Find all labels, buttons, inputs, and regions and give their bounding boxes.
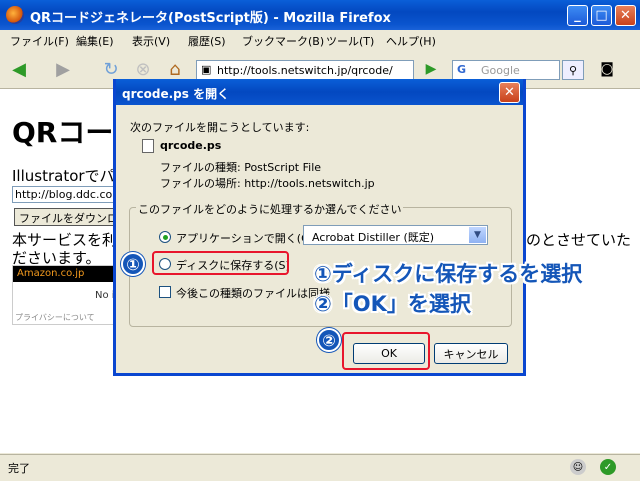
page-url-input[interactable]: http://blog.ddc.co [12, 186, 116, 203]
amazon-no-image: No i [95, 290, 115, 301]
step-2-badge: ② [317, 328, 341, 352]
callout-step-2: ②「OK」を選択 [314, 292, 471, 316]
dialog-intro-text: 次のファイルを開こうとしています: [130, 121, 310, 134]
radio-open-with[interactable] [159, 231, 171, 243]
window-titlebar: QRコードジェネレータ(PostScript版) - Mozilla Firef… [0, 0, 640, 30]
status-text: 完了 [8, 462, 30, 475]
remember-checkbox-label[interactable]: 今後この種類のファイルは同様 [176, 285, 336, 301]
search-input[interactable]: G Google [452, 60, 560, 80]
reload-icon[interactable]: ↻ [100, 58, 122, 80]
search-placeholder: Google [481, 64, 520, 77]
highlight-ok-button [342, 332, 430, 370]
callout-step-1: ①ディスクに保存するを選択 [314, 262, 583, 286]
amazon-logo: Amazon.co.jp [17, 268, 85, 279]
camera-icon[interactable]: ◙ [596, 58, 618, 80]
home-icon[interactable]: ⌂ [164, 58, 186, 80]
highlight-save-option [152, 251, 289, 275]
status-bar: 完了 ☺ ✓ [0, 454, 640, 481]
url-input[interactable]: ▣ http://tools.netswitch.jp/qrcode/ [196, 60, 414, 80]
url-text: http://tools.netswitch.jp/qrcode/ [217, 64, 393, 77]
dialog-filetype: ファイルの種類: PostScript File [160, 161, 322, 174]
google-engine-icon[interactable]: G [457, 63, 466, 76]
page-service-right-main: のとさせてい [526, 231, 617, 249]
menu-bookmarks[interactable]: ブックマーク(B) [242, 33, 324, 49]
menu-file[interactable]: ファイル(F) [10, 33, 69, 49]
menu-edit[interactable]: 編集(E) [76, 33, 114, 49]
amazon-header: Amazon.co.jp [13, 266, 115, 282]
page-service-right-tail: た [616, 231, 632, 249]
minimize-button[interactable]: _ [567, 5, 588, 26]
check-ok-icon[interactable]: ✓ [600, 459, 616, 475]
amazon-widget[interactable]: Amazon.co.jp No i プライバシーについて [12, 265, 116, 325]
menu-history[interactable]: 履歴(S) [188, 33, 226, 49]
back-arrow-icon[interactable]: ◀ [8, 58, 30, 80]
application-select[interactable]: Acrobat Distiller (既定) ▼ [303, 225, 488, 245]
page-download-button[interactable]: ファイルをダウンロー [14, 208, 118, 226]
radio-selected-dot [163, 235, 168, 240]
dialog-title: qrcode.ps を開く [122, 87, 230, 101]
radio-open-with-label[interactable]: アプリケーションで開く(O): [176, 230, 318, 246]
cancel-button[interactable]: キャンセル [434, 343, 508, 364]
amazon-privacy-link[interactable]: プライバシーについて [15, 312, 95, 323]
window-close-button[interactable]: ✕ [615, 5, 636, 26]
page-service-text-right: のとさせていた [526, 229, 631, 250]
menu-tools[interactable]: ツール(T) [326, 33, 374, 49]
step-1-badge: ① [121, 252, 145, 276]
smiley-icon[interactable]: ☺ [570, 459, 586, 475]
page-heading: QRコー [12, 116, 114, 149]
dialog-titlebar: qrcode.ps を開く ✕ [116, 79, 523, 105]
dialog-question: このファイルをどのように処理するか選んでください [136, 201, 404, 217]
firefox-logo-icon [6, 6, 24, 24]
menubar: ファイル(F) 編集(E) 表示(V) 履歴(S) ブックマーク(B) ツール(… [0, 30, 640, 50]
menu-view[interactable]: 表示(V) [132, 33, 170, 49]
menu-help[interactable]: ヘルプ(H) [386, 33, 436, 49]
window-title: QRコードジェネレータ(PostScript版) - Mozilla Firef… [30, 11, 391, 26]
stop-icon[interactable]: ⊗ [132, 58, 154, 80]
forward-arrow-icon[interactable]: ▶ [52, 58, 74, 80]
dialog-close-button[interactable]: ✕ [499, 82, 520, 103]
remember-checkbox[interactable] [159, 286, 171, 298]
page-illustrator-text: Illustratorでパ [12, 167, 115, 185]
dialog-filename: qrcode.ps [160, 139, 222, 152]
postscript-file-icon [142, 139, 154, 153]
maximize-button[interactable]: □ [591, 5, 612, 26]
go-arrow-icon[interactable]: ▶ [420, 58, 442, 80]
dialog-filelocation: ファイルの場所: http://tools.netswitch.jp [160, 177, 375, 190]
chevron-down-icon[interactable]: ▼ [469, 227, 486, 243]
search-magnifier-icon[interactable]: ⚲ [562, 60, 584, 80]
application-select-value: Acrobat Distiller (既定) [312, 231, 435, 244]
page-favicon-icon: ▣ [201, 63, 212, 76]
